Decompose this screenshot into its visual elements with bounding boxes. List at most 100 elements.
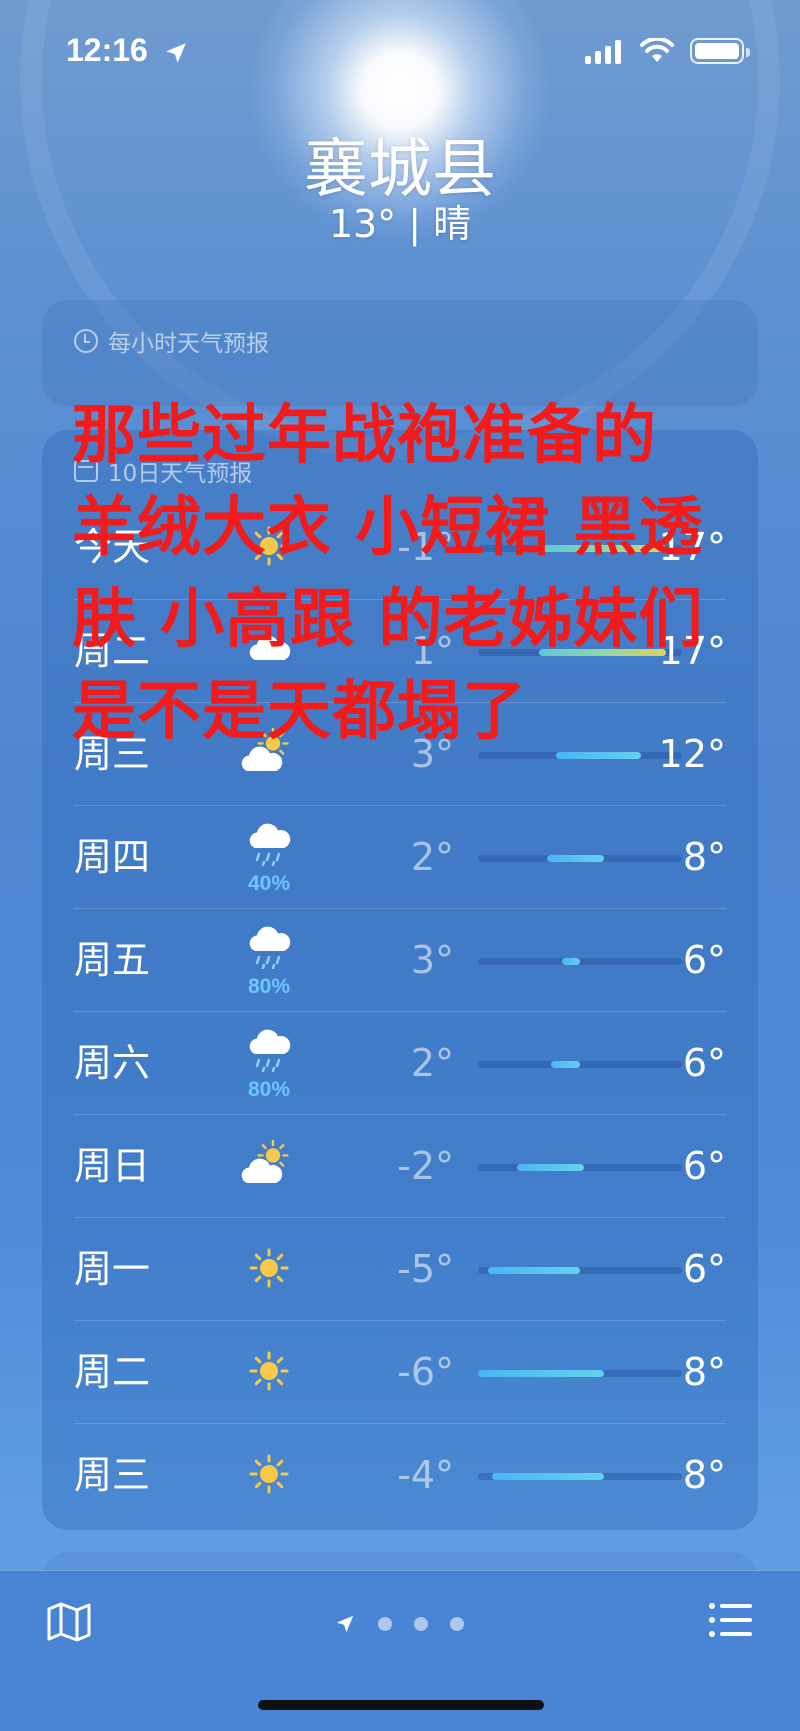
list-icon[interactable] [708, 1601, 754, 1639]
forecast-high: 8° [682, 1453, 726, 1497]
rain-icon [239, 820, 299, 870]
hourly-forecast-card[interactable]: 每小时天气预报 [42, 300, 758, 406]
temp-range-track [478, 545, 682, 552]
forecast-day: 周一 [74, 1247, 151, 1291]
forecast-high: 17° [658, 629, 726, 673]
temp-range-track [478, 1164, 682, 1171]
forecast-day: 周六 [74, 1041, 151, 1085]
current-conditions: 13° | 晴 [328, 202, 472, 246]
forecast-row[interactable]: 周五 80% 3° 6° [74, 908, 726, 1011]
hourly-forecast-header: 每小时天气预报 [74, 324, 269, 358]
temp-range-bar [516, 1164, 585, 1171]
precip-chance: 80% [247, 975, 291, 998]
forecast-rows: 今天 -1° 17° 周二 1° 17° 周三 3° 12° 周四 40% 2° 8° 周五 80% 3° 6°… [74, 496, 726, 1526]
precip-chance: 80% [247, 1078, 291, 1101]
forecast-icon-group [224, 508, 314, 588]
wifi-icon [640, 38, 674, 62]
forecast-low: 3° [410, 732, 454, 776]
forecast-row[interactable]: 周三 3° 12° [74, 702, 726, 805]
forecast-row[interactable]: 周二 -6° 8° [74, 1320, 726, 1423]
precip-chance: 40% [247, 872, 291, 895]
temp-range-bar [561, 958, 580, 965]
temp-range-bar [551, 1061, 580, 1068]
forecast-icon-group [224, 1333, 314, 1413]
battery-icon [690, 38, 750, 64]
current-location-icon [336, 1615, 354, 1633]
temp-range-track [478, 855, 682, 862]
temp-range-bar [547, 855, 605, 862]
forecast-icon-group [224, 612, 314, 692]
calendar-icon [74, 460, 98, 482]
forecast-row[interactable]: 周六 80% 2° 6° [74, 1011, 726, 1114]
sun-icon [239, 518, 299, 578]
ten-day-forecast-card[interactable]: 10日天气预报 今天 -1° 17° 周二 1° 17° 周三 3° 12° 周四 40% 2° 8° 周… [42, 430, 758, 1530]
hourly-forecast-title: 每小时天气预报 [108, 331, 269, 357]
forecast-high: 12° [658, 732, 726, 776]
forecast-day: 周五 [74, 938, 151, 982]
forecast-low: -6° [397, 1350, 454, 1394]
forecast-high: 6° [682, 938, 726, 982]
forecast-row[interactable]: 周日 -2° 6° [74, 1114, 726, 1217]
forecast-high: 8° [682, 1350, 726, 1394]
forecast-icon-group: 40% [224, 818, 314, 898]
forecast-row[interactable]: 今天 -1° 17° [74, 496, 726, 599]
map-icon[interactable] [46, 1601, 92, 1643]
forecast-low: -5° [397, 1247, 454, 1291]
sun-icon [239, 1343, 299, 1403]
forecast-high: 17° [658, 525, 726, 569]
forecast-day: 周三 [74, 732, 151, 776]
forecast-row[interactable]: 周三 -4° 8° [74, 1423, 726, 1526]
forecast-icon-group [224, 1230, 314, 1310]
temp-range-track [478, 958, 682, 965]
ten-day-forecast-title: 10日天气预报 [108, 461, 253, 487]
page-indicator[interactable] [334, 1613, 464, 1635]
page-dot[interactable] [414, 1617, 428, 1631]
forecast-day: 周二 [74, 629, 151, 673]
clock-icon [74, 329, 98, 353]
forecast-high: 6° [682, 1041, 726, 1085]
forecast-day: 今天 [74, 525, 151, 569]
forecast-row[interactable]: 周一 -5° 6° [74, 1217, 726, 1320]
partly-cloudy-icon [239, 725, 299, 785]
forecast-row[interactable]: 周四 40% 2° 8° [74, 805, 726, 908]
forecast-day: 周四 [74, 835, 151, 879]
cloud-icon [239, 622, 299, 682]
temp-range-bar [539, 649, 666, 656]
forecast-row[interactable]: 周二 1° 17° [74, 599, 726, 702]
page-dot[interactable] [450, 1617, 464, 1631]
status-time: 12:16 [66, 32, 148, 68]
temp-range-track [478, 1267, 682, 1274]
sun-icon [239, 1446, 299, 1506]
forecast-low: 3° [410, 938, 454, 982]
forecast-icon-group [224, 1127, 314, 1207]
temp-range-bar [488, 1267, 580, 1274]
forecast-icon-group: 80% [224, 1024, 314, 1104]
forecast-icon-group: 80% [224, 921, 314, 1001]
forecast-low: 2° [410, 1041, 454, 1085]
page-dot[interactable] [378, 1617, 392, 1631]
forecast-icon-group [224, 715, 314, 795]
temp-range-bar [492, 1473, 605, 1480]
location-arrow-icon [166, 43, 186, 63]
temp-range-track [478, 1473, 682, 1480]
ten-day-forecast-header: 10日天气预报 [74, 454, 252, 488]
home-indicator[interactable] [258, 1700, 544, 1710]
forecast-low: -2° [397, 1144, 454, 1188]
rain-icon [239, 923, 299, 973]
partly-cloudy-icon [239, 1137, 299, 1197]
temp-range-track [478, 1370, 682, 1377]
status-bar: 12:16 [0, 0, 800, 100]
forecast-low: 1° [410, 629, 454, 673]
temp-range-track [478, 752, 682, 759]
cellular-signal-icon [585, 40, 621, 64]
temp-range-track [478, 1061, 682, 1068]
temp-range-bar [543, 545, 666, 552]
forecast-high: 6° [682, 1247, 726, 1291]
forecast-low: -1° [397, 525, 454, 569]
forecast-day: 周三 [74, 1453, 151, 1497]
forecast-icon-group [224, 1436, 314, 1516]
rain-icon [239, 1026, 299, 1076]
temp-range-bar [478, 1370, 605, 1377]
forecast-low: -4° [397, 1453, 454, 1497]
forecast-high: 6° [682, 1144, 726, 1188]
